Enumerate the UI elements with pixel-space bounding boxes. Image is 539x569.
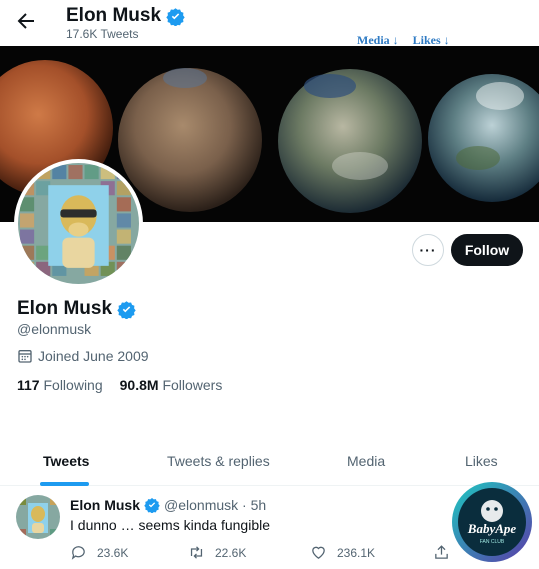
header-name: Elon Musk: [66, 5, 185, 27]
profile-avatar[interactable]: [14, 159, 143, 288]
retweet-button[interactable]: 22.6K: [188, 544, 246, 561]
tweet-avatar[interactable]: [16, 495, 60, 539]
babyape-watermark-logo: BabyApe FAN CLUB: [451, 481, 533, 563]
tweet-count: 17.6K Tweets: [66, 27, 139, 41]
verified-badge-icon: [144, 498, 160, 513]
tab-media[interactable]: Media: [347, 453, 385, 469]
terraforming-planet-icon: [118, 68, 262, 212]
profile-tabs: Tweets Tweets & replies Media Likes: [0, 442, 539, 486]
share-icon: [435, 545, 448, 559]
watermark-subtext: FAN CLUB: [480, 539, 505, 545]
following-link[interactable]: 117 Following: [17, 377, 103, 393]
tweet-handle-time: @elonmusk · 5h: [164, 497, 267, 513]
watermark-text: BabyApe: [467, 521, 517, 536]
like-button[interactable]: 236.1K: [310, 544, 375, 561]
retweet-icon: [190, 546, 203, 559]
joined-date: Joined June 2009: [17, 348, 149, 364]
tab-tweets-replies[interactable]: Tweets & replies: [167, 453, 270, 469]
tab-likes[interactable]: Likes: [465, 453, 498, 469]
active-tab-indicator: [40, 482, 89, 486]
profile-name: Elon Musk: [17, 298, 136, 320]
heart-icon: [312, 546, 325, 559]
tab-tweets[interactable]: Tweets: [43, 453, 89, 469]
reply-button[interactable]: 23.6K: [70, 544, 128, 561]
tweet-text: I dunno … seems kinda fungible: [70, 517, 271, 533]
tweet-author-name[interactable]: Elon Musk: [70, 497, 140, 513]
calendar-icon: [18, 350, 32, 363]
more-options-button[interactable]: ···: [412, 234, 444, 266]
share-button[interactable]: [433, 544, 450, 561]
reply-icon: [71, 546, 85, 560]
followers-link[interactable]: 90.8M Followers: [120, 377, 223, 393]
tweet-avatar-image: [16, 495, 60, 539]
tweet-actions: 23.6K 22.6K 236.1K: [70, 544, 470, 564]
bored-ape-avatar-image: [18, 163, 139, 284]
back-arrow-icon[interactable]: [14, 9, 38, 33]
follow-button[interactable]: Follow: [451, 234, 523, 266]
profile-header: Elon Musk 17.6K Tweets Media ↓ Likes ↓: [0, 0, 539, 47]
tweet-header: Elon Musk @elonmusk · 5h: [70, 497, 266, 513]
profile-handle: @elonmusk: [17, 321, 92, 337]
verified-badge-icon: [117, 300, 136, 319]
follow-stats: 117 Following 90.8M Followers: [17, 377, 222, 393]
verified-badge-icon: [166, 7, 185, 26]
